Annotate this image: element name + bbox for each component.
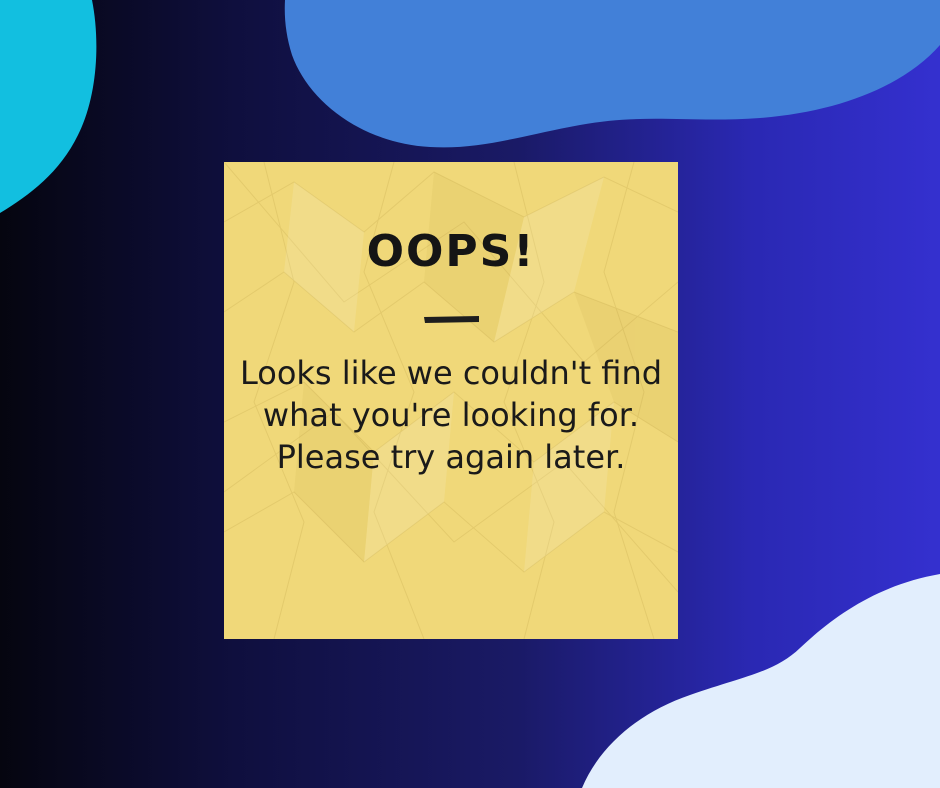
error-note-card: OOPS! Looks like we couldn't find what y…	[224, 162, 678, 639]
error-title: OOPS!	[366, 226, 536, 277]
error-message: Looks like we couldn't find what you're …	[239, 354, 663, 476]
title-divider-dash	[424, 316, 479, 323]
